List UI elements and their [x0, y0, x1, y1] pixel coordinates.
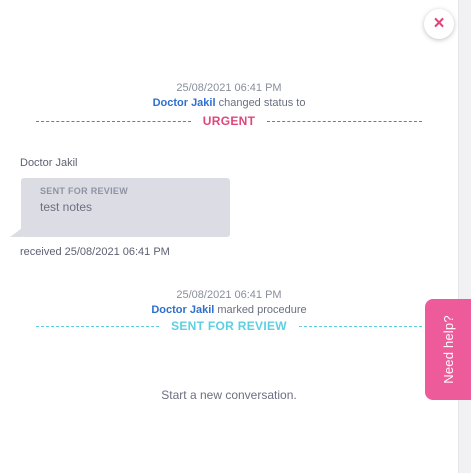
divider-line-right [267, 120, 423, 122]
divider-line-right [298, 325, 422, 327]
status-event-review: 25/08/2021 06:41 PM Doctor Jakil marked … [0, 288, 458, 318]
divider-line-left [35, 120, 191, 122]
event-timestamp: 25/08/2021 06:41 PM [176, 82, 282, 94]
close-icon: × [433, 12, 445, 34]
message-sender: Doctor Jakil [20, 157, 78, 169]
event-actor-link[interactable]: Doctor Jakil [151, 304, 214, 316]
event-description: Doctor Jakil marked procedure [0, 303, 458, 318]
scrollbar[interactable] [458, 0, 471, 473]
event-description: Doctor Jakil changed status to [0, 96, 458, 111]
status-label-urgent: URGENT [202, 114, 256, 128]
status-divider-urgent: URGENT [0, 113, 458, 129]
divider-line-left [36, 325, 160, 327]
conversation-panel: × 25/08/2021 06:41 PM Doctor Jakil chang… [0, 0, 458, 473]
event-actor-link[interactable]: Doctor Jakil [153, 97, 216, 109]
event-timestamp: 25/08/2021 06:41 PM [176, 289, 282, 301]
empty-state-text: Start a new conversation. [161, 388, 297, 402]
status-label-review: SENT FOR REVIEW [171, 319, 287, 333]
status-event-urgent: 25/08/2021 06:41 PM Doctor Jakil changed… [0, 81, 458, 111]
need-help-label: Need help? [440, 315, 456, 384]
need-help-button[interactable]: Need help? [425, 299, 471, 400]
close-button[interactable]: × [424, 9, 454, 39]
message-received-timestamp: received 25/08/2021 06:41 PM [20, 246, 170, 258]
event-action: marked procedure [217, 304, 307, 316]
status-divider-review: SENT FOR REVIEW [0, 318, 458, 334]
message-bubble: SENT FOR REVIEW test notes [21, 178, 230, 237]
event-action: changed status to [218, 97, 306, 109]
message-text: test notes [40, 200, 93, 214]
message-tag: SENT FOR REVIEW [40, 186, 129, 196]
